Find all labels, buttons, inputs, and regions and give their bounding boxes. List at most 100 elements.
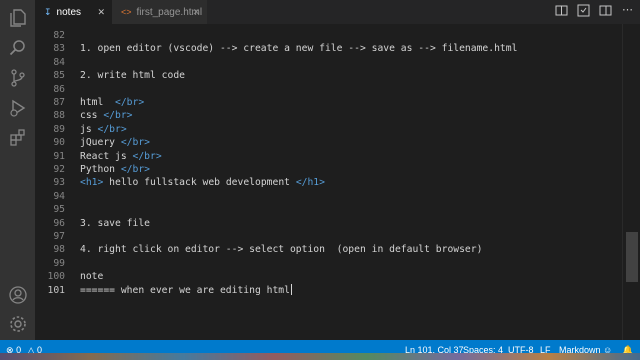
line-number: 92 — [53, 164, 65, 175]
html-file-icon: <> — [121, 7, 132, 17]
close-icon[interactable]: ✕ — [192, 7, 200, 18]
code-line[interactable]: 82 — [35, 29, 622, 42]
editor[interactable]: 82 83 1. open editor (vscode) --> create a… — [35, 24, 622, 340]
open-changes-icon[interactable] — [555, 4, 568, 17]
source-control-icon[interactable] — [8, 68, 28, 88]
html-tag-token: </br> — [120, 164, 150, 175]
pin-icon: ↧ — [44, 6, 52, 17]
line-number: 91 — [53, 150, 65, 162]
tab-bar: ↧ notes ✕ <> first_page.html ✕ ⋯ — [35, 0, 640, 24]
open-preview-icon[interactable] — [577, 4, 590, 17]
more-actions-icon[interactable]: ⋯ — [621, 4, 634, 17]
text-token: 4. right click on editor --> select opti… — [80, 244, 483, 256]
code-line[interactable]: 97 — [35, 230, 622, 243]
line-number: 82 — [53, 30, 65, 41]
search-icon[interactable] — [8, 38, 28, 58]
line-text: jQuery </br> — [80, 136, 150, 149]
line-number: 86 — [53, 83, 65, 95]
files-icon[interactable] — [8, 8, 28, 28]
code-line[interactable]: 88 css </br> — [35, 109, 622, 122]
code-line[interactable]: 100 note — [35, 270, 622, 283]
line-number: 88 — [53, 110, 65, 122]
code-line[interactable]: 85 2. write html code — [35, 69, 622, 82]
activity-bar — [0, 0, 35, 340]
code-line[interactable]: 89 js </br> — [35, 123, 622, 136]
text-token: React js — [80, 150, 133, 162]
line-number: 96 — [53, 217, 65, 229]
html-tag-token: </br> — [132, 150, 162, 162]
line-text: html </br> — [80, 96, 144, 109]
line-number: 89 — [53, 123, 65, 135]
tab-label: notes — [56, 6, 82, 18]
tab-first-page[interactable]: <> first_page.html ✕ — [112, 0, 207, 24]
line-text: Python </br> — [80, 163, 150, 176]
code-line[interactable]: 99 — [35, 257, 622, 270]
html-tag-token: </br> — [97, 123, 127, 135]
line-number: 90 — [53, 137, 65, 149]
line-number: 99 — [53, 257, 65, 269]
text-token: html — [80, 97, 115, 108]
code-line[interactable]: 90 jQuery </br> — [35, 136, 622, 149]
line-number: 94 — [53, 190, 65, 202]
line-number: 85 — [53, 70, 65, 82]
text-token: Python — [80, 164, 121, 175]
code-line[interactable]: 93 <h1> hello fullstack web development <… — [35, 176, 622, 189]
line-number: 84 — [53, 56, 65, 68]
line-text: ====== when ever we are editing html — [80, 284, 292, 297]
code-line[interactable]: 86 — [35, 83, 622, 96]
line-text: js </br> — [80, 123, 127, 136]
line-text: 1. open editor (vscode) --> create a new… — [80, 42, 517, 55]
text-token: 3. save file — [80, 217, 150, 229]
split-editor-icon[interactable] — [599, 4, 612, 17]
line-number: 97 — [53, 231, 65, 242]
code-line[interactable]: 84 — [35, 56, 622, 69]
line-number: 83 — [53, 43, 65, 55]
text-token: ====== when ever we are editing html — [80, 284, 290, 296]
code-line[interactable]: 83 1. open editor (vscode) --> create a n… — [35, 42, 622, 55]
code-line[interactable]: 101 ====== when ever we are editing html — [35, 284, 622, 297]
line-number: 93 — [53, 177, 65, 189]
vertical-scrollbar[interactable] — [622, 24, 640, 340]
line-number: 87 — [53, 97, 65, 108]
text-token: 2. write html code — [80, 70, 185, 82]
code-line[interactable]: 98 4. right click on editor --> select op… — [35, 243, 622, 256]
html-tag-token: </h1> — [295, 177, 325, 189]
code-line[interactable]: 94 — [35, 190, 622, 203]
line-text: 2. write html code — [80, 69, 185, 82]
line-number: 98 — [53, 244, 65, 256]
code-line[interactable]: 96 3. save file — [35, 217, 622, 230]
line-number: 101 — [47, 284, 66, 296]
text-token: hello fullstack web development — [103, 177, 296, 189]
text-token: css — [80, 110, 104, 122]
code-line[interactable]: 95 — [35, 203, 622, 216]
code-line[interactable]: 92 Python </br> — [35, 163, 622, 176]
html-tag-token: <h1> — [80, 177, 104, 189]
text-token: jQuery — [80, 137, 121, 149]
settings-gear-icon[interactable] — [8, 314, 28, 334]
text-token: js — [80, 123, 98, 135]
text-cursor — [290, 284, 292, 296]
editor-toolbar: ⋯ — [555, 4, 634, 17]
line-text: React js </br> — [80, 150, 162, 163]
dock-strip — [0, 353, 640, 360]
line-text: note — [80, 270, 103, 283]
scroll-thumb[interactable] — [626, 232, 638, 282]
html-tag-token: </br> — [115, 97, 145, 108]
line-text: 3. save file — [80, 217, 150, 230]
line-text: css </br> — [80, 109, 133, 122]
line-number: 100 — [47, 271, 66, 283]
tab-notes[interactable]: ↧ notes ✕ — [35, 0, 112, 24]
html-tag-token: </br> — [120, 137, 150, 149]
line-number: 95 — [53, 204, 65, 216]
text-token: note — [80, 271, 104, 283]
account-icon[interactable] — [8, 285, 28, 305]
code-line[interactable]: 87 html </br> — [35, 96, 622, 109]
close-icon[interactable]: ✕ — [97, 7, 105, 18]
extensions-icon[interactable] — [8, 128, 28, 148]
code-line[interactable]: 91 React js </br> — [35, 150, 622, 163]
html-tag-token: </br> — [103, 110, 133, 122]
line-text: <h1> hello fullstack web development </h… — [80, 176, 325, 189]
text-token: 1. open editor (vscode) --> create a new… — [80, 43, 518, 55]
run-debug-icon[interactable] — [8, 98, 28, 118]
line-text: 4. right click on editor --> select opti… — [80, 243, 482, 256]
